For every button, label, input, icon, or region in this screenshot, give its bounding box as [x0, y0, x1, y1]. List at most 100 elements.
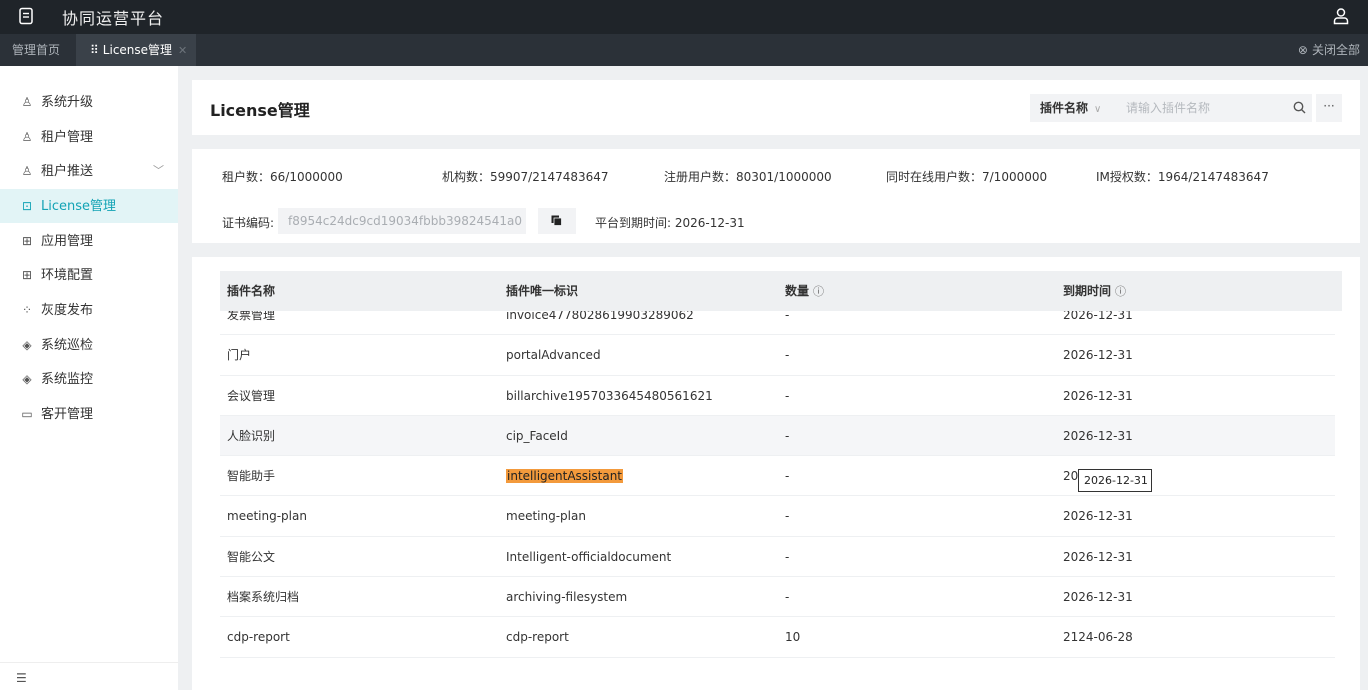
quantity-cell: -: [785, 469, 790, 484]
plugin-id-cell: Intelligent-officialdocument: [506, 549, 672, 564]
sidebar-item-label: 客开管理: [41, 407, 94, 422]
license-icon: ⊡: [21, 199, 33, 213]
tab-label: License管理: [102, 43, 173, 57]
layers-icon: ◈: [22, 372, 32, 386]
window-icon: ▭: [21, 407, 33, 421]
quantity-cell: 10: [785, 630, 801, 645]
plugin-name-cell: 智能公文: [227, 549, 276, 564]
sidebar-item-custom-dev[interactable]: ▭ 客开管理: [0, 397, 178, 431]
tab-bar: 管理首页 ⠿ License管理 ✕ ⊗ 关闭全部: [0, 34, 1368, 66]
search-button[interactable]: [1286, 94, 1312, 122]
table-row[interactable]: 会议管理 billarchive1957033645480561621 - 20…: [220, 376, 1335, 416]
platform-expiry: 平台到期时间: 2026-12-31: [595, 216, 745, 230]
online-user-count: 同时在线用户数：7/1000000: [886, 170, 1048, 184]
tab-home[interactable]: 管理首页: [12, 34, 60, 66]
help-icon[interactable]: ⓘ: [1115, 285, 1126, 298]
table-row[interactable]: meeting-plan meeting-plan - 2026-12-31: [220, 496, 1335, 537]
org-count: 机构数：59907/2147483647: [442, 170, 609, 184]
table-row[interactable]: 人脸识别 cip_FaceId - 2026-12-31: [220, 415, 1335, 457]
sidebar-item-tenants[interactable]: ♙ 租户管理: [0, 120, 178, 154]
quantity-cell: -: [785, 348, 790, 363]
app-icon: ⊞: [21, 234, 33, 248]
quantity-cell: -: [785, 428, 790, 443]
highlighted-text: intelligentAssistant: [506, 469, 624, 484]
plugin-id-cell: meeting-plan: [506, 509, 586, 524]
sidebar-item-label: 系统巡检: [41, 338, 94, 353]
cert-code-field[interactable]: [278, 208, 526, 234]
expiry-cell: 2026-12-31: [1063, 549, 1133, 564]
sidebar-item-label: 租户推送: [41, 164, 94, 179]
close-icon[interactable]: ✕: [178, 44, 187, 57]
page-header: License管理 插件名称 ∨ ···: [192, 80, 1360, 135]
column-header-plugin-name[interactable]: 插件名称: [227, 271, 275, 311]
quantity-cell: -: [785, 549, 790, 564]
sidebar-item-label: 环境配置: [41, 268, 94, 283]
sidebar: ♙ 系统升级 ♙ 租户管理 ♙ 租户推送 ﹀ ⊡ License管理 ⊞ 应用管理 ⊞ 环境…: [0, 66, 178, 690]
drag-handle-icon: ⠿: [90, 43, 99, 57]
im-license-count: IM授权数：1964/2147483647: [1096, 170, 1269, 184]
sidebar-item-tenant-push[interactable]: ♙ 租户推送 ﹀: [0, 154, 178, 188]
tab-license[interactable]: ⠿ License管理 ✕: [76, 34, 196, 66]
plugin-id-cell: billarchive1957033645480561621: [506, 388, 713, 403]
circle-close-icon: ⊗: [1297, 43, 1308, 57]
expiry-cell: 2026-12-31: [1063, 428, 1133, 443]
sidebar-item-label: 灰度发布: [41, 303, 94, 318]
help-icon[interactable]: ⓘ: [813, 285, 824, 298]
sidebar-item-label: 系统升级: [41, 95, 94, 110]
sidebar-item-upgrade[interactable]: ♙ 系统升级: [0, 85, 178, 119]
table-row[interactable]: 门户 portalAdvanced - 2026-12-31: [220, 335, 1335, 376]
table-row[interactable]: 智能公文 Intelligent-officialdocument - 2026…: [220, 537, 1335, 578]
plugin-name-cell: cdp-report: [227, 630, 290, 645]
sidebar-item-license[interactable]: ⊡ License管理: [0, 189, 178, 223]
registered-user-count: 注册用户数：80301/1000000: [664, 170, 832, 184]
tenant-count: 租户数：66/1000000: [222, 170, 343, 184]
expiry-tooltip: 2026-12-31: [1078, 469, 1152, 492]
layers-icon: ◈: [22, 338, 32, 352]
plugin-table: 插件名称 插件唯一标识 数量 ⓘ 到期时间 ⓘ 发票管理 invoice477802…: [220, 271, 1342, 659]
sidebar-item-label: 应用管理: [41, 234, 94, 249]
sidebar-item-monitor[interactable]: ◈ 系统监控: [0, 362, 178, 396]
plugin-name-cell: 档案系统归档: [227, 590, 300, 605]
menu-collapse-icon[interactable]: ☰: [16, 671, 27, 685]
plugin-name-cell: 会议管理: [227, 388, 276, 403]
table-row[interactable]: 档案系统归档 archiving-filesystem - 2026-12-31: [220, 577, 1335, 618]
app-title: 协同运营平台: [62, 9, 165, 28]
column-label: 到期时间: [1063, 284, 1112, 298]
sidebar-item-label: License管理: [41, 199, 117, 214]
app-icon: ⊞: [21, 268, 33, 282]
plugin-id-cell: cip_FaceId: [506, 428, 568, 443]
sidebar-item-label: 租户管理: [41, 130, 94, 145]
column-header-quantity[interactable]: 数量 ⓘ: [785, 271, 824, 311]
plugin-name-cell: 智能助手: [227, 469, 276, 484]
copy-icon: [551, 215, 562, 226]
chevron-down-icon: ∨: [1094, 104, 1102, 115]
sidebar-item-gray-release[interactable]: ⁘ 灰度发布: [0, 293, 178, 327]
plugin-name-cell: 人脸识别: [227, 428, 276, 443]
search-input[interactable]: [1116, 94, 1286, 122]
top-bar: 协同运营平台: [0, 0, 1368, 34]
sidebar-item-env[interactable]: ⊞ 环境配置: [0, 258, 178, 292]
expiry-cell: 2026-12-31: [1063, 509, 1133, 524]
user-icon[interactable]: [1332, 7, 1350, 25]
user-icon: ♙: [21, 164, 33, 178]
plugin-id-cell: cdp-report: [506, 630, 569, 645]
cert-code-label: 证书编码:: [222, 216, 275, 230]
plugin-id-cell: portalAdvanced: [506, 348, 601, 363]
column-header-expiry[interactable]: 到期时间 ⓘ: [1063, 271, 1126, 311]
document-icon[interactable]: [18, 7, 34, 25]
filter-field-select[interactable]: 插件名称 ∨: [1030, 94, 1116, 122]
quantity-cell: -: [785, 590, 790, 605]
more-button[interactable]: ···: [1316, 94, 1342, 122]
sidebar-item-inspection[interactable]: ◈ 系统巡检: [0, 328, 178, 362]
copy-button[interactable]: [538, 208, 576, 234]
table-row[interactable]: 智能助手 intelligentAssistant - 2026-12-31: [220, 456, 1335, 497]
expiry-cell: 2124-06-28: [1063, 630, 1133, 645]
plugin-id-cell: intelligentAssistant: [506, 456, 624, 496]
sidebar-item-apps[interactable]: ⊞ 应用管理: [0, 224, 178, 258]
table-row[interactable]: cdp-report cdp-report 10 2124-06-28: [220, 617, 1335, 658]
close-all-button[interactable]: ⊗ 关闭全部: [1298, 34, 1360, 66]
sidebar-footer: ☰: [0, 662, 178, 690]
filter-field-label: 插件名称: [1040, 101, 1089, 115]
column-header-plugin-id[interactable]: 插件唯一标识: [506, 271, 578, 311]
quantity-cell: -: [785, 509, 790, 524]
